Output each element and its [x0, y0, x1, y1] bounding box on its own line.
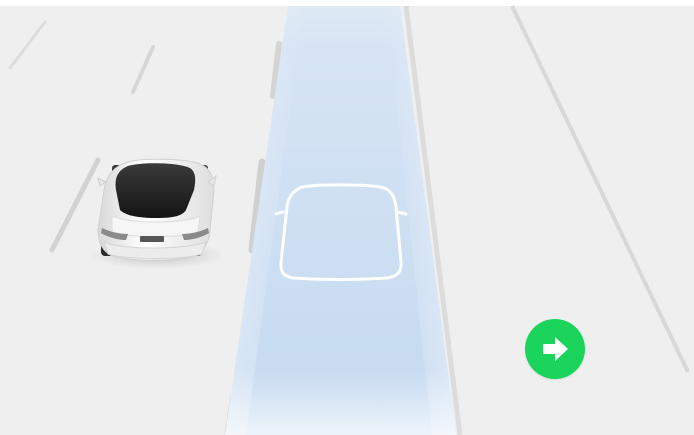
autopilot-visualization: [0, 0, 694, 435]
arrow-right-icon: [525, 319, 585, 379]
navigate-lane-change-button[interactable]: [525, 319, 585, 379]
adjacent-car-icon: [89, 158, 225, 269]
road-scene: [0, 0, 694, 435]
